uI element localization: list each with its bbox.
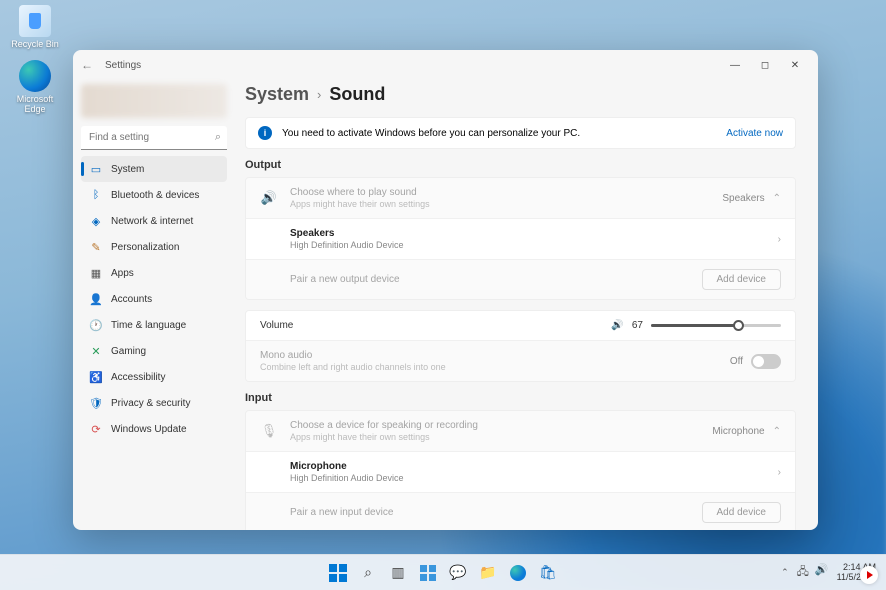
add-input-device-button[interactable]: Add device (702, 502, 781, 523)
store-button[interactable]: 🛍 (535, 560, 561, 586)
chevron-right-icon: › (778, 467, 781, 478)
watermark-badge (860, 566, 878, 584)
volume-icon[interactable]: 🔊 (611, 320, 623, 331)
nav-accessibility[interactable]: ♿Accessibility (81, 364, 227, 390)
apps-icon: ▦ (89, 266, 103, 280)
speaker-icon: 🔊 (260, 190, 278, 206)
recycle-bin-icon (19, 5, 51, 37)
nav-accounts[interactable]: 👤Accounts (81, 286, 227, 312)
taskbar-center: ⌕ ▥ 💬 📁 🛍 (325, 560, 561, 586)
taskbar: ⌕ ▥ 💬 📁 🛍 ⌃ 🖧 🔊 2:14 AM 11/5/2021 (0, 554, 886, 590)
nav-time-language[interactable]: 🕐Time & language (81, 312, 227, 338)
mono-audio-toggle[interactable] (751, 354, 781, 369)
wifi-icon: ◈ (89, 214, 103, 228)
sidebar: ⌕ ▭System ᛒBluetooth & devices ◈Network … (73, 80, 235, 530)
nav-privacy[interactable]: 🛡Privacy & security (81, 390, 227, 416)
account-icon: 👤 (89, 292, 103, 306)
breadcrumb-parent[interactable]: System (245, 84, 309, 105)
main-content: System › Sound i You need to activate Wi… (235, 80, 818, 530)
nav-windows-update[interactable]: ⟳Windows Update (81, 416, 227, 442)
chevron-up-icon: ⌃ (773, 193, 781, 204)
chevron-right-icon: › (317, 87, 321, 102)
output-device-row[interactable]: Speakers High Definition Audio Device › (246, 219, 795, 260)
activate-banner: i You need to activate Windows before yo… (245, 117, 796, 149)
back-button[interactable]: ← (81, 58, 93, 72)
search-input[interactable] (81, 126, 227, 150)
nav-system[interactable]: ▭System (81, 156, 227, 182)
mono-audio-row: Mono audio Combine left and right audio … (246, 341, 795, 381)
nav-personalization[interactable]: ✎Personalization (81, 234, 227, 260)
nav-list: ▭System ᛒBluetooth & devices ◈Network & … (81, 156, 227, 442)
close-button[interactable]: ✕ (780, 54, 810, 76)
chevron-up-icon: ⌃ (773, 426, 781, 437)
desktop-icon-edge[interactable]: Microsoft Edge (10, 60, 60, 114)
system-icon: ▭ (89, 162, 103, 176)
profile-card[interactable] (81, 84, 227, 118)
nav-apps[interactable]: ▦Apps (81, 260, 227, 286)
activate-message: You need to activate Windows before you … (282, 128, 580, 139)
input-pair-row: Pair a new input device Add device (246, 493, 795, 530)
task-view-button[interactable]: ▥ (385, 560, 411, 586)
clock-icon: 🕐 (89, 318, 103, 332)
output-volume-slider[interactable] (651, 324, 781, 327)
desktop-icon-recycle-bin[interactable]: Recycle Bin (10, 5, 60, 49)
nav-bluetooth[interactable]: ᛒBluetooth & devices (81, 182, 227, 208)
brush-icon: ✎ (89, 240, 103, 254)
edge-button[interactable] (505, 560, 531, 586)
output-pair-row: Pair a new output device Add device (246, 260, 795, 299)
chevron-right-icon: › (778, 234, 781, 245)
output-volume-row: Volume 🔊 67 (246, 311, 795, 341)
search-icon: ⌕ (215, 131, 221, 144)
shield-icon: 🛡 (89, 396, 103, 410)
input-choose-row[interactable]: 🎙 Choose a device for speaking or record… (246, 411, 795, 452)
info-icon: i (258, 126, 272, 140)
edge-icon (19, 60, 51, 92)
nav-network[interactable]: ◈Network & internet (81, 208, 227, 234)
file-explorer-button[interactable]: 📁 (475, 560, 501, 586)
desktop-icon-label: Recycle Bin (10, 39, 60, 49)
chat-button[interactable]: 💬 (445, 560, 471, 586)
widgets-button[interactable] (415, 560, 441, 586)
input-section-label: Input (245, 392, 796, 404)
maximize-button[interactable]: ◻ (750, 54, 780, 76)
add-output-device-button[interactable]: Add device (702, 269, 781, 290)
desktop-icon-label: Microsoft Edge (10, 94, 60, 114)
update-icon: ⟳ (89, 422, 103, 436)
nav-gaming[interactable]: ✕Gaming (81, 338, 227, 364)
input-device-row[interactable]: Microphone High Definition Audio Device … (246, 452, 795, 493)
accessibility-icon: ♿ (89, 370, 103, 384)
tray-network-icon[interactable]: 🖧 (797, 563, 809, 582)
minimize-button[interactable]: — (720, 54, 750, 76)
bluetooth-icon: ᛒ (89, 188, 103, 202)
activate-link[interactable]: Activate now (726, 128, 783, 139)
window-title: Settings (105, 60, 141, 71)
breadcrumb: System › Sound (245, 84, 796, 105)
start-button[interactable] (325, 560, 351, 586)
output-choose-row[interactable]: 🔊 Choose where to play sound Apps might … (246, 178, 795, 219)
settings-window: ← Settings — ◻ ✕ ⌕ ▭System ᛒBluetooth & … (73, 50, 818, 530)
titlebar: ← Settings — ◻ ✕ (73, 50, 818, 80)
output-section-label: Output (245, 159, 796, 171)
breadcrumb-current: Sound (329, 84, 385, 105)
search-button[interactable]: ⌕ (355, 560, 381, 586)
gaming-icon: ✕ (89, 344, 103, 358)
tray-chevron[interactable]: ⌃ (781, 567, 789, 578)
tray-volume-icon[interactable]: 🔊 (815, 563, 829, 582)
microphone-icon: 🎙 (260, 423, 278, 439)
